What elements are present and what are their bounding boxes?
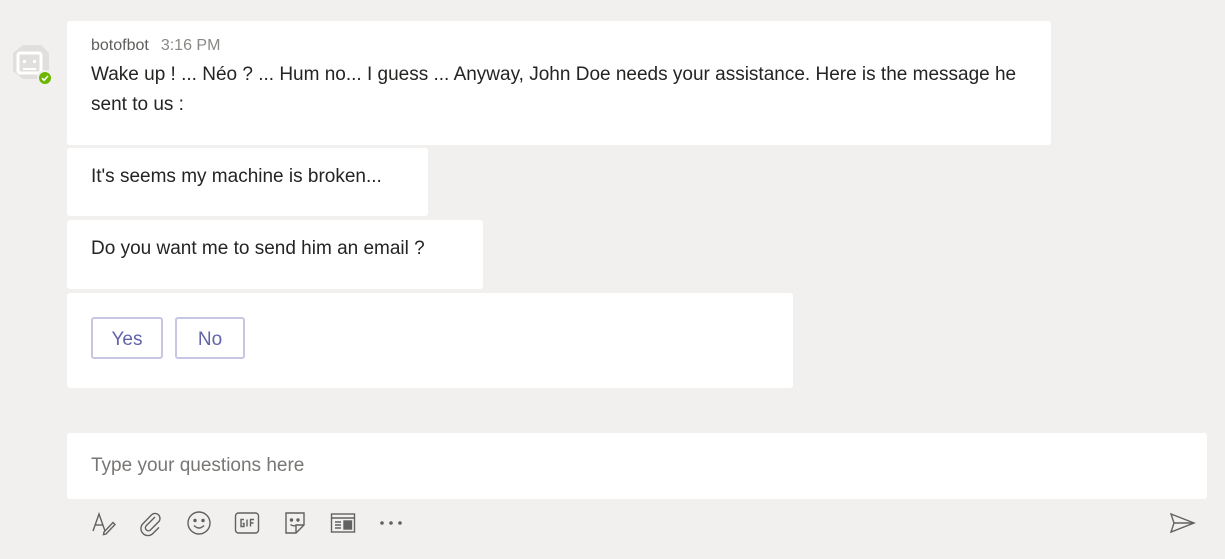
send-icon[interactable]	[1168, 509, 1196, 537]
bot-avatar[interactable]	[3, 41, 53, 87]
more-icon[interactable]	[377, 509, 405, 537]
action-card: Yes No	[67, 293, 793, 388]
sender-name[interactable]: botofbot	[91, 37, 149, 54]
no-button[interactable]: No	[175, 317, 245, 359]
message-text: Wake up ! ... Néo ? ... Hum no... I gues…	[91, 64, 1017, 115]
yes-button[interactable]: Yes	[91, 317, 163, 359]
chat-pane: botofbot 3:16 PM Wake up ! ... Néo ? ... …	[0, 0, 1225, 559]
compose-input[interactable]	[91, 433, 1181, 499]
message-card: botofbot 3:16 PM Wake up ! ... Néo ? ... …	[67, 21, 1051, 145]
status-available-icon	[37, 70, 53, 86]
emoji-icon[interactable]	[185, 509, 213, 537]
compose-box	[67, 433, 1207, 499]
message-header: botofbot 3:16 PM	[91, 36, 220, 56]
format-icon[interactable]	[89, 509, 117, 537]
question-message-card: Do you want me to send him an email ?	[67, 220, 483, 289]
attach-icon[interactable]	[137, 509, 165, 537]
question-message-text: Do you want me to send him an email ?	[91, 238, 425, 259]
quoted-message-text: It's seems my machine is broken...	[91, 166, 382, 187]
sticker-icon[interactable]	[281, 509, 309, 537]
message-time: 3:16 PM	[160, 37, 221, 54]
quoted-message-card: It's seems my machine is broken...	[67, 148, 428, 216]
gif-icon[interactable]	[233, 509, 261, 537]
meet-icon[interactable]	[329, 509, 357, 537]
